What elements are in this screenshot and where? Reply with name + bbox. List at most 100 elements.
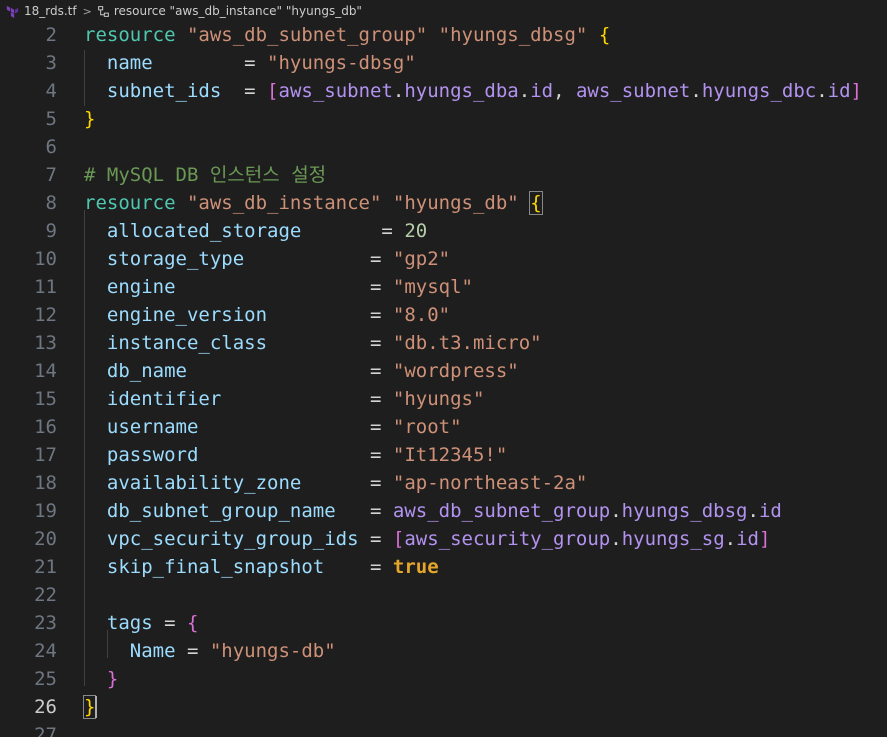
code-line[interactable]: 8 resource "aws_db_instance" "hyungs_db" … (0, 189, 887, 217)
code-token: ] (850, 80, 862, 102)
code-text: db_name = "wordpress" (84, 357, 519, 385)
line-number: 11 (34, 276, 57, 298)
line-number: 16 (34, 416, 57, 438)
code-text: tags = { (84, 609, 199, 637)
breadcrumb-file[interactable]: 18_rds.tf (24, 4, 77, 18)
code-token: hyungs_dbsg (621, 500, 748, 522)
code-token: vpc_security_group_ids (106, 528, 359, 550)
code-token: = (301, 472, 393, 494)
line-number: 18 (34, 472, 57, 494)
code-token: # MySQL DB 인스턴스 설정 (84, 164, 327, 186)
line-number: 25 (34, 668, 57, 690)
code-line[interactable]: 11 engine = "mysql" (0, 273, 887, 301)
code-token: [ (267, 80, 279, 102)
code-line[interactable]: 13 instance_class = "db.t3.micro" (0, 329, 887, 357)
code-line[interactable]: 27 (0, 721, 887, 737)
code-line[interactable]: 9 allocated_storage = 20 (0, 217, 887, 245)
code-token: [ (392, 528, 405, 550)
code-token: = (175, 276, 393, 298)
line-number: 21 (34, 556, 57, 578)
line-number: 6 (45, 136, 57, 158)
code-text: # MySQL DB 인스턴스 설정 (84, 161, 326, 189)
code-line[interactable]: 18 availability_zone = "ap-northeast-2a" (0, 469, 887, 497)
code-token: subnet_ids (106, 80, 222, 102)
code-token: id (530, 80, 554, 102)
code-token: { (186, 612, 199, 634)
code-token: = (175, 640, 210, 662)
code-line[interactable]: 15 identifier = "hyungs" (0, 385, 887, 413)
code-token: availability_zone (106, 472, 302, 494)
code-token: "hyungs_db" (392, 192, 519, 214)
code-line[interactable]: 25 } (0, 665, 887, 693)
code-line[interactable]: 12 engine_version = "8.0" (0, 301, 887, 329)
code-line[interactable]: 4 subnet_ids = [aws_subnet.hyungs_dba.id… (0, 77, 887, 105)
code-token: . (724, 528, 737, 550)
symbol-structure-icon (97, 5, 109, 17)
code-line[interactable]: 19 db_subnet_group_name = aws_db_subnet_… (0, 497, 887, 525)
line-number: 2 (45, 24, 57, 46)
code-token: . (747, 500, 759, 522)
code-token: "mysql" (392, 276, 473, 298)
code-token: identifier (106, 388, 222, 410)
breadcrumb-symbol[interactable]: resource "aws_db_instance" "hyungs_db" (114, 4, 362, 18)
code-token: . (610, 528, 622, 550)
code-token: = (358, 528, 393, 550)
code-token: hyungs_dbc (701, 80, 817, 102)
code-line[interactable]: 5} (0, 105, 887, 133)
line-number: 15 (34, 388, 57, 410)
code-line[interactable]: 26} (0, 693, 887, 721)
code-token: password (106, 444, 199, 466)
code-line[interactable]: 23 tags = { (0, 609, 887, 637)
breadcrumb: 18_rds.tf > resource "aws_db_instance" "… (0, 0, 887, 22)
code-text: engine = "mysql" (84, 273, 473, 301)
code-line[interactable]: 22 (0, 581, 887, 609)
code-text: allocated_storage = 20 (84, 217, 427, 245)
code-token: "root" (392, 416, 462, 438)
code-line[interactable]: 24 Name = "hyungs-db" (0, 637, 887, 665)
code-token: = (186, 360, 393, 382)
code-token: = (198, 416, 393, 438)
line-number: 20 (34, 528, 57, 550)
code-token: aws_subnet (278, 80, 393, 102)
code-token: db_name (106, 360, 187, 382)
code-line[interactable]: 16 username = "root" (0, 413, 887, 441)
code-token: engine_version (106, 304, 268, 326)
code-line[interactable]: 3 name = "hyungs-dbsg" (0, 49, 887, 77)
code-token: aws_db_subnet_group (392, 500, 611, 522)
code-token: . (610, 500, 622, 522)
code-text: storage_type = "gp2" (84, 245, 450, 273)
code-text: resource "aws_db_subnet_group" "hyungs_d… (84, 21, 610, 49)
code-line[interactable]: 20 vpc_security_group_ids = [aws_securit… (0, 525, 887, 553)
code-line[interactable]: 10 storage_type = "gp2" (0, 245, 887, 273)
code-token: instance_class (106, 332, 268, 354)
code-text: Name = "hyungs-db" (84, 637, 336, 665)
code-token: name (106, 52, 153, 74)
code-text: instance_class = "db.t3.micro" (84, 329, 542, 357)
code-text: availability_zone = "ap-northeast-2a" (84, 469, 587, 497)
code-token: = (267, 332, 393, 354)
code-token: hyungs_sg (621, 528, 725, 550)
code-token: { (598, 24, 611, 46)
code-line[interactable]: 6 (0, 133, 887, 161)
breadcrumb-separator: > (82, 4, 92, 18)
code-token: storage_type (106, 248, 245, 270)
code-line[interactable]: 14 db_name = "wordpress" (0, 357, 887, 385)
code-line[interactable]: 7 # MySQL DB 인스턴스 설정 (0, 161, 887, 189)
code-line[interactable]: 2 resource "aws_db_subnet_group" "hyungs_… (0, 21, 887, 49)
code-token: allocated_storage (106, 220, 302, 242)
code-token: = (301, 220, 405, 242)
code-text: username = "root" (84, 413, 462, 441)
code-token: = (198, 444, 393, 466)
code-token: "hyungs_dbsg" (438, 24, 588, 46)
code-line[interactable]: 21 skip_final_snapshot = true (0, 553, 887, 581)
code-token: "hyungs" (392, 388, 485, 410)
code-line[interactable]: 17 password = "It12345!" (0, 441, 887, 469)
code-token: aws_security_group (404, 528, 611, 550)
code-editor[interactable]: 2 resource "aws_db_subnet_group" "hyungs_… (0, 0, 887, 737)
